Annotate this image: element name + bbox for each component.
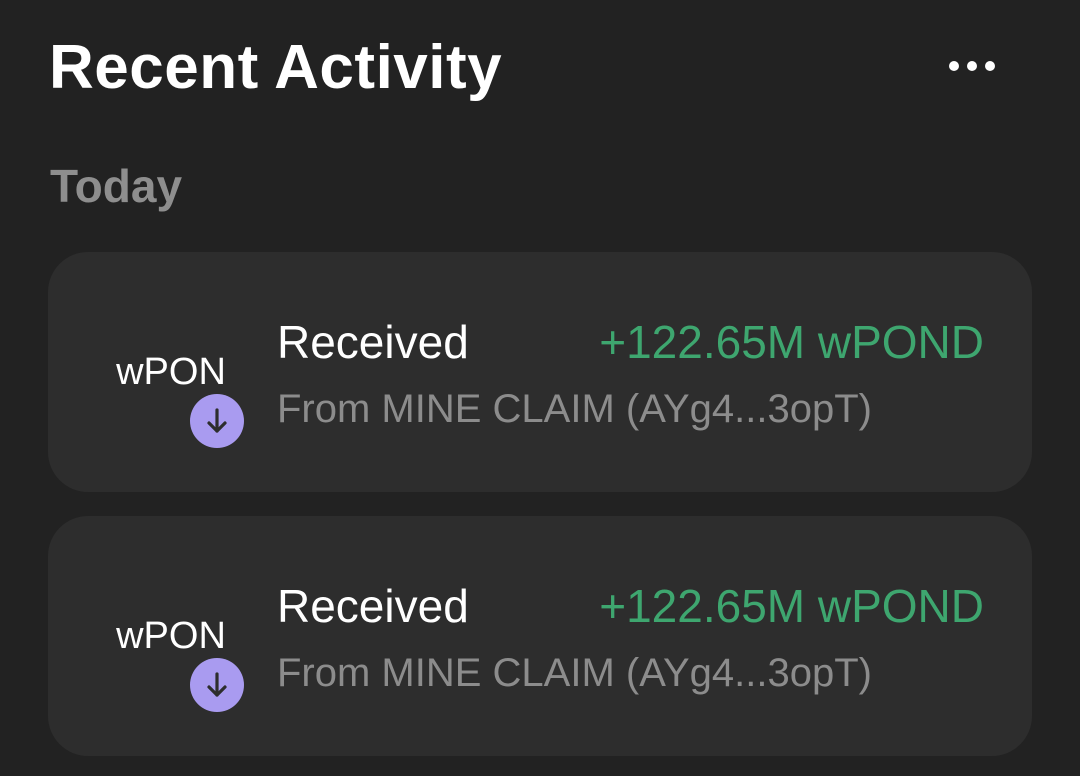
ellipsis-dot bbox=[985, 61, 995, 71]
activity-item[interactable]: wPON Received +122.65M wPOND From MINE C… bbox=[48, 252, 1032, 492]
token-icon: wPON bbox=[106, 612, 236, 660]
activity-title: Received bbox=[277, 316, 469, 368]
more-options-button[interactable] bbox=[936, 46, 1008, 86]
activity-item[interactable]: wPON Received +122.65M wPOND From MINE C… bbox=[48, 516, 1032, 756]
activity-amount: +122.65M wPOND bbox=[599, 316, 984, 368]
page-title: Recent Activity bbox=[49, 33, 503, 102]
activity-amount: +122.65M wPOND bbox=[599, 580, 984, 632]
section-label-today: Today bbox=[50, 160, 183, 212]
ellipsis-horizontal-icon bbox=[949, 61, 959, 71]
arrow-down-icon bbox=[190, 394, 244, 448]
activity-title: Received bbox=[277, 580, 469, 632]
ellipsis-dot bbox=[967, 61, 977, 71]
token-label: wPON bbox=[116, 351, 226, 393]
token-icon: wPON bbox=[106, 348, 236, 396]
activity-subtitle: From MINE CLAIM (AYg4...3opT) bbox=[277, 651, 872, 695]
token-label: wPON bbox=[116, 615, 226, 657]
arrow-down-icon bbox=[190, 658, 244, 712]
activity-subtitle: From MINE CLAIM (AYg4...3opT) bbox=[277, 387, 872, 431]
recent-activity-screen: Recent Activity Today wPON Received +122… bbox=[0, 0, 1080, 776]
